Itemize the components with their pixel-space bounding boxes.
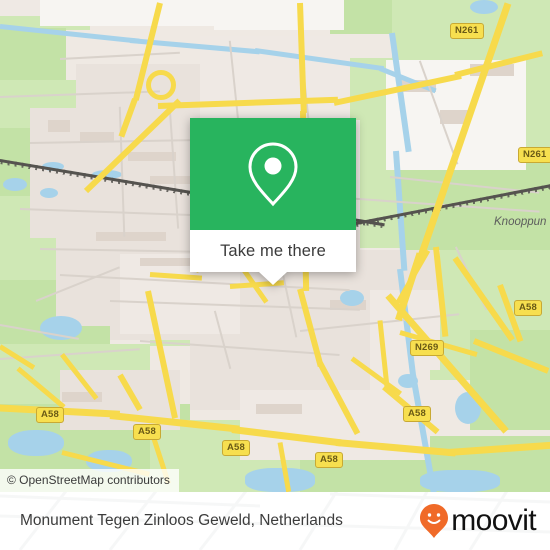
map-building — [128, 152, 176, 161]
map-water-body — [3, 178, 27, 191]
map-water-body — [8, 430, 64, 456]
footer-bar: Monument Tegen Zinloos Geweld, Netherlan… — [0, 492, 550, 550]
map-water-body — [340, 290, 364, 306]
map-screenshot: N261 N261 A58 N269 A58 A58 A58 A58 A58 K… — [0, 0, 550, 550]
road-shield: A58 — [133, 424, 162, 440]
map-green-area — [0, 28, 66, 82]
location-title: Monument Tegen Zinloos Geweld, Netherlan… — [20, 512, 343, 529]
map-water-body — [420, 470, 500, 492]
road-shield: N261 — [450, 23, 484, 39]
callout-header — [190, 118, 356, 230]
road-shield: N269 — [410, 340, 444, 356]
moovit-wordmark: moovit — [451, 504, 536, 537]
road-shield: N261 — [518, 147, 550, 163]
road-shield: A58 — [36, 407, 65, 423]
map-place-label: Knooppun — [494, 216, 547, 228]
map-roundabout — [146, 70, 176, 100]
road-shield: A58 — [403, 406, 432, 422]
map-pin-icon — [248, 142, 298, 207]
map-water-body — [40, 188, 58, 198]
map-water-body — [470, 0, 498, 14]
moovit-brand-logo[interactable]: moovit — [419, 503, 537, 539]
map-building — [96, 232, 166, 241]
map-building — [48, 120, 70, 132]
moovit-smiley-pin-icon — [420, 504, 449, 538]
road-shield: A58 — [315, 452, 344, 468]
map-water-body — [245, 468, 315, 492]
location-callout-card[interactable]: Take me there — [190, 118, 356, 285]
attribution-text: © OpenStreetMap contributors — [7, 473, 170, 487]
map-water-body — [398, 374, 418, 388]
map-builtup-area — [0, 0, 40, 16]
road-shield: A58 — [514, 300, 543, 316]
map-building — [256, 404, 302, 414]
map-builtup-area — [214, 0, 344, 30]
map-builtup-area — [40, 0, 220, 26]
map-attribution[interactable]: © OpenStreetMap contributors — [0, 469, 179, 492]
footer-content: Monument Tegen Zinloos Geweld, Netherlan… — [0, 492, 550, 550]
callout-action[interactable]: Take me there — [190, 230, 356, 272]
callout-pointer — [259, 272, 287, 285]
take-me-there-label: Take me there — [220, 241, 326, 260]
road-shield: A58 — [222, 440, 251, 456]
